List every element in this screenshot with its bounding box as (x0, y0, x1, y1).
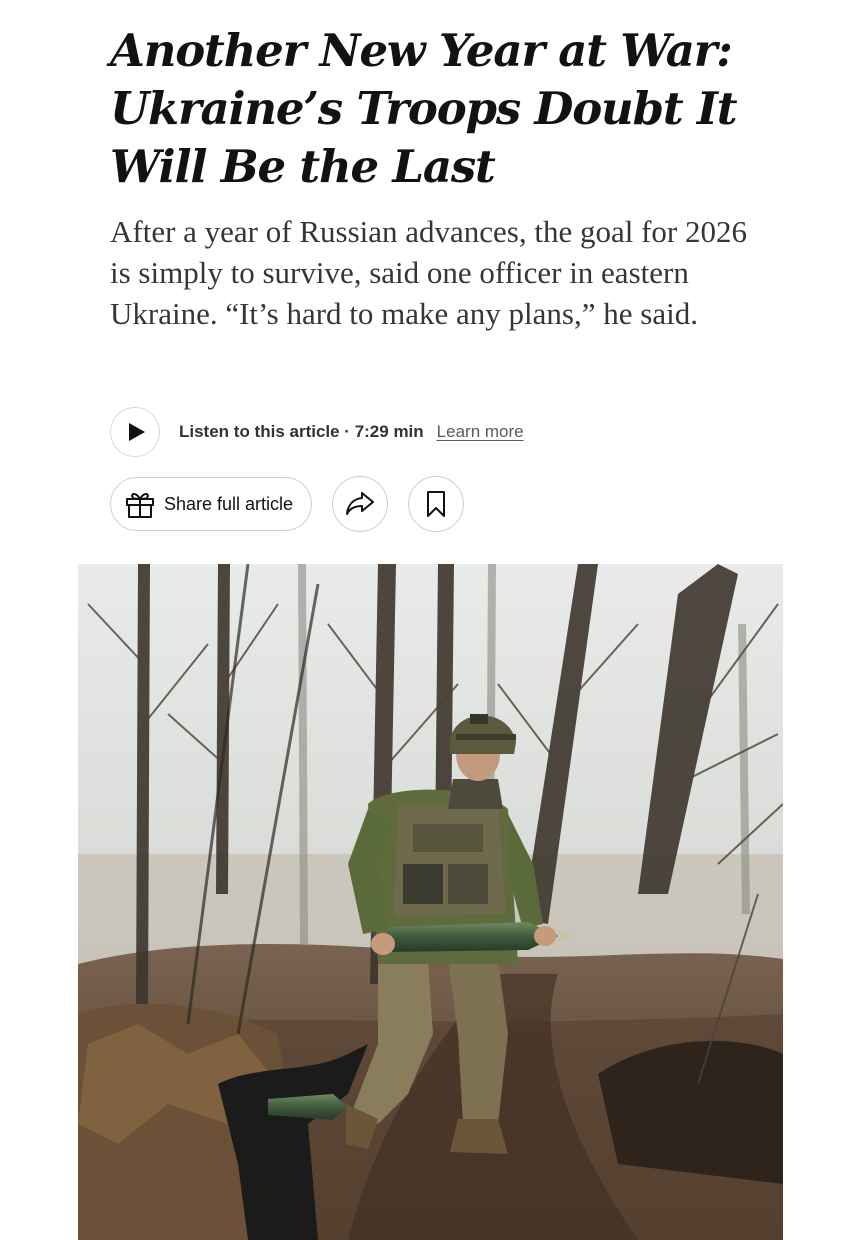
share-full-article-label: Share full article (164, 493, 294, 514)
article-container: Another New Year at War: Ukraine’s Troop… (0, 0, 862, 1240)
article-summary: After a year of Russian advances, the go… (110, 214, 747, 331)
article-photo (78, 564, 783, 1240)
play-icon (129, 423, 145, 441)
bookmark-icon (427, 491, 445, 517)
soldier-forest-photo (78, 564, 783, 1240)
share-full-article-button[interactable]: Share full article (110, 477, 312, 531)
listen-label: Listen to this article · 7:29 min (179, 422, 424, 441)
bookmark-button[interactable] (408, 476, 464, 532)
share-arrow-icon (346, 492, 374, 515)
play-button[interactable] (110, 407, 160, 457)
share-row: Share full article (110, 476, 464, 532)
learn-more-link[interactable]: Learn more (437, 422, 524, 442)
headline: Another New Year at War: Ukraine’s Troop… (110, 24, 738, 193)
gift-icon (126, 493, 154, 518)
share-button[interactable] (332, 476, 388, 532)
listen-row: Listen to this article · 7:29 min Learn … (110, 406, 524, 458)
